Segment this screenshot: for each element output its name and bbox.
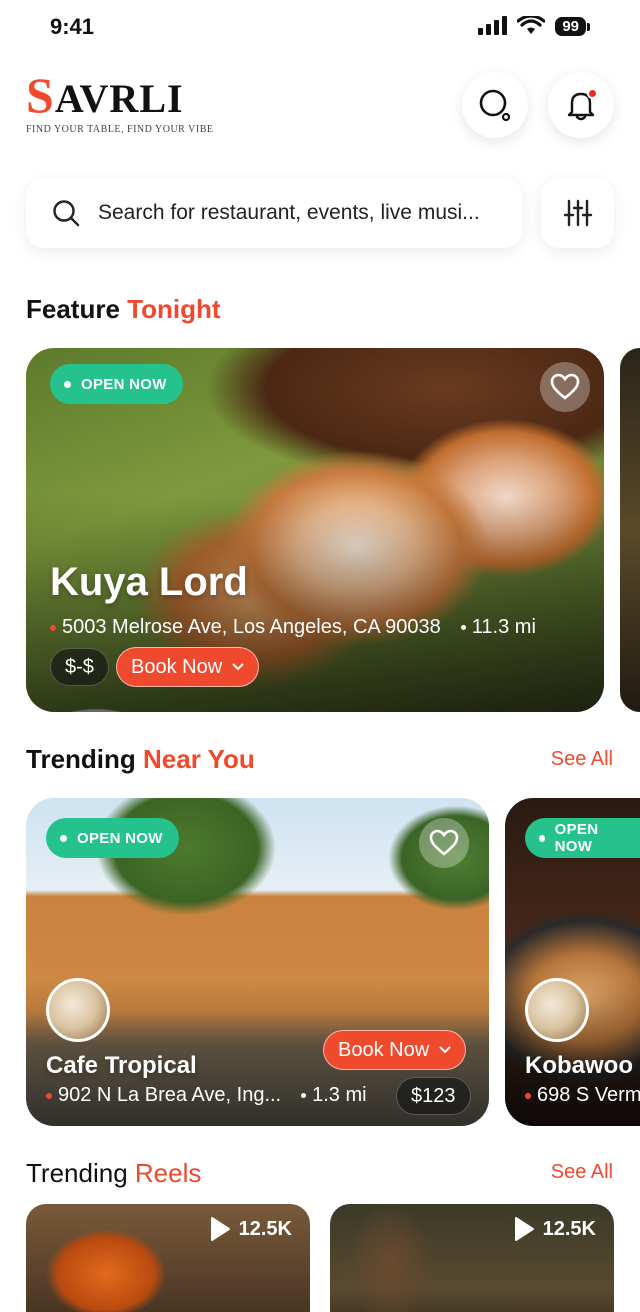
trending-section-title: Trending Near You	[26, 744, 255, 775]
chevron-down-icon	[232, 663, 244, 671]
notifications-button[interactable]	[548, 72, 614, 138]
favorite-button[interactable]	[540, 362, 590, 412]
address-text: 5003 Melrose Ave, Los Angeles, CA 90038	[62, 616, 441, 638]
filter-button[interactable]	[541, 178, 614, 248]
search-input[interactable]	[98, 201, 498, 225]
wifi-icon	[517, 16, 546, 34]
distance-text: 11.3 mi	[471, 616, 536, 638]
section-title-main: Feature	[26, 294, 120, 324]
logo-tagline: FIND YOUR TABLE, FIND YOUR VIBE	[26, 124, 214, 135]
open-status-label: OPEN NOW	[77, 829, 163, 847]
reel-views-count: 12.5K	[542, 1217, 596, 1240]
status-bar: 9:41 99	[0, 0, 640, 56]
price-badge: $-$	[50, 648, 109, 686]
reel-views: 12.5K	[513, 1216, 596, 1242]
section-title-accent: Reels	[134, 1158, 202, 1188]
open-status-badge: OPEN NOW	[525, 818, 640, 858]
reel-card[interactable]: 12.5K	[26, 1204, 310, 1312]
play-icon	[210, 1217, 230, 1241]
heart-icon	[429, 829, 459, 856]
restaurant-name: Kuya Lord	[50, 560, 248, 604]
open-status-label: OPEN NOW	[554, 821, 599, 855]
open-status-badge: OPEN NOW	[46, 818, 179, 858]
reel-views-count: 12.5K	[238, 1217, 292, 1240]
feature-card[interactable]: OPEN NOW Kuya Lord 5003 Melrose Ave, Los…	[26, 348, 604, 712]
favorite-button[interactable]	[419, 818, 469, 868]
search-icon	[479, 89, 511, 122]
restaurant-name: Cafe Tropical	[46, 1052, 197, 1079]
distance-text: 1.3 mi	[312, 1084, 367, 1106]
section-title-accent: Tonight	[127, 294, 221, 324]
restaurant-address: 698 S Verm	[525, 1084, 640, 1107]
signal-icon	[478, 16, 508, 35]
see-all-trending-link[interactable]: See All	[551, 748, 613, 771]
reels-section-title: Trending Reels	[26, 1158, 201, 1189]
price-badge: $123	[396, 1077, 471, 1115]
feature-section-title: Feature Tonight	[26, 294, 221, 325]
restaurant-address: 5003 Melrose Ave, Los Angeles, CA 90038 …	[50, 616, 536, 639]
restaurant-avatar	[46, 978, 110, 1042]
restaurant-name: Kobawoo H	[525, 1052, 640, 1079]
open-status-badge: OPEN NOW	[50, 364, 183, 404]
logo-text: AVRLI	[54, 76, 184, 121]
book-now-button[interactable]: Book Now	[116, 647, 260, 687]
book-now-label: Book Now	[131, 655, 223, 678]
chevron-down-icon	[439, 1046, 451, 1054]
play-icon	[514, 1217, 534, 1241]
address-text: 698 S Verm	[537, 1084, 640, 1106]
see-all-reels-link[interactable]: See All	[551, 1161, 613, 1184]
logo-first-letter: S	[26, 67, 55, 123]
reel-card[interactable]: 12.5K	[330, 1204, 614, 1312]
notification-badge	[587, 88, 598, 99]
search-icon	[53, 200, 80, 227]
book-now-label: Book Now	[338, 1038, 430, 1061]
filter-icon	[563, 199, 592, 227]
trending-card[interactable]: OPEN NOW Book Now Cafe Tropical 902 N La…	[26, 798, 489, 1126]
battery-icon: 99	[555, 16, 590, 36]
trending-card[interactable]: OPEN NOW Kobawoo H 698 S Verm	[505, 798, 640, 1126]
address-text: 902 N La Brea Ave, Ing...	[58, 1084, 282, 1106]
section-title-main: Trending	[26, 1158, 128, 1188]
restaurant-avatar	[525, 978, 589, 1042]
reel-views: 12.5K	[209, 1216, 292, 1242]
open-status-label: OPEN NOW	[81, 375, 167, 393]
section-title-main: Trending	[26, 744, 136, 774]
status-icons: 99	[477, 16, 590, 36]
brand-logo: SAVRLI FIND YOUR TABLE, FIND YOUR VIBE	[26, 70, 214, 135]
status-time: 9:41	[50, 14, 95, 39]
restaurant-address: 902 N La Brea Ave, Ing... 1.3 mi	[46, 1084, 367, 1107]
search-bar[interactable]	[26, 178, 522, 248]
book-now-button[interactable]: Book Now	[323, 1030, 467, 1070]
heart-icon	[550, 373, 580, 400]
feature-card-next[interactable]	[620, 348, 640, 712]
search-button[interactable]	[462, 72, 528, 138]
section-title-accent: Near You	[143, 744, 255, 774]
